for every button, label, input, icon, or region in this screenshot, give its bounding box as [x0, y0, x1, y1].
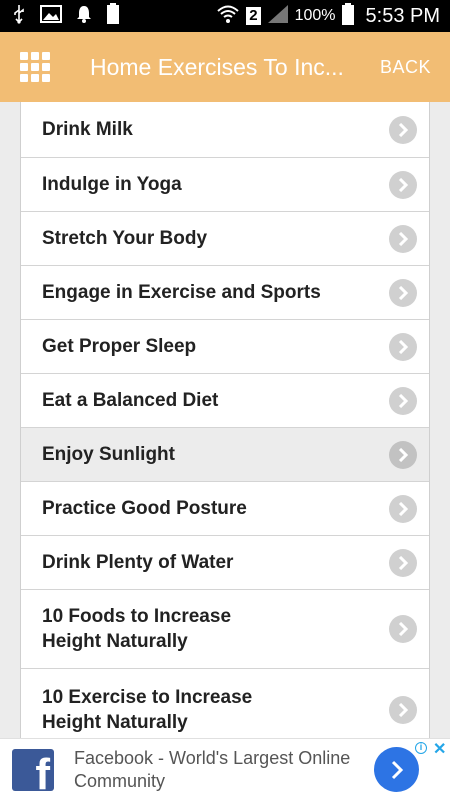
list-item[interactable]: Drink Milk	[21, 102, 429, 158]
chevron-right-icon	[391, 760, 403, 779]
image-icon	[40, 4, 62, 28]
list-item-label: Drink Milk	[42, 119, 133, 140]
list-item[interactable]: Practice Good Posture	[21, 482, 429, 536]
list-item-label: 10 Exercise to Increase Height Naturally	[42, 686, 253, 733]
chevron-right-icon	[389, 440, 417, 469]
list-item-label: 10 Foods to Increase Height Naturally	[42, 606, 232, 652]
ad-info-icon[interactable]: i	[415, 742, 427, 754]
back-button[interactable]: BACK	[380, 57, 431, 78]
list-item[interactable]: Stretch Your Body	[21, 212, 429, 266]
wifi-icon	[216, 4, 240, 29]
status-left-icons	[0, 2, 120, 30]
list-item[interactable]: Indulge in Yoga	[21, 158, 429, 212]
grid-menu-icon[interactable]	[20, 52, 50, 82]
status-bar: 2 100% 5:53 PM	[0, 0, 450, 32]
list-item-label: Eat a Balanced Diet	[42, 390, 219, 411]
sim-badge: 2	[246, 7, 261, 25]
chevron-right-icon	[389, 332, 417, 361]
list-item[interactable]: Drink Plenty of Water	[21, 536, 429, 590]
list-item[interactable]: Get Proper Sleep	[21, 320, 429, 374]
signal-icon	[267, 4, 289, 29]
list-item-label: Engage in Exercise and Sports	[42, 282, 321, 303]
battery-percent: 100%	[294, 7, 336, 24]
list-item[interactable]: Eat a Balanced Diet	[21, 374, 429, 428]
list-item-label: Enjoy Sunlight	[42, 444, 175, 465]
ad-banner[interactable]: f Facebook - World's Largest Online Comm…	[0, 738, 450, 800]
chevron-right-icon	[389, 115, 417, 144]
chevron-right-icon	[389, 695, 417, 724]
chevron-right-icon	[389, 170, 417, 199]
chevron-right-icon	[389, 548, 417, 577]
list-item-label: Get Proper Sleep	[42, 336, 197, 357]
list-item[interactable]: 10 Exercise to Increase Height Naturally	[21, 669, 429, 738]
app-bar: Home Exercises To Inc... BACK	[0, 32, 450, 102]
status-time: 5:53 PM	[365, 4, 440, 27]
topics-list: Drink Milk Indulge in Yoga Stretch Your …	[20, 102, 430, 738]
chevron-right-icon	[389, 386, 417, 415]
list-item-selected[interactable]: Enjoy Sunlight	[21, 428, 429, 482]
list-item-label: Practice Good Posture	[42, 498, 247, 519]
topics-list-container: Drink Milk Indulge in Yoga Stretch Your …	[0, 102, 450, 738]
status-right-icons: 2 100% 5:53 PM	[216, 2, 450, 30]
chevron-right-icon	[389, 615, 417, 643]
battery-small-icon	[106, 2, 120, 30]
ad-close-icon[interactable]: ✕	[433, 739, 446, 759]
notification-bell-icon	[76, 5, 92, 28]
chevron-right-icon	[389, 494, 417, 523]
facebook-logo-icon: f	[12, 749, 54, 791]
ad-next-button[interactable]	[374, 747, 419, 792]
list-item[interactable]: Engage in Exercise and Sports	[21, 266, 429, 320]
list-item[interactable]: 10 Foods to Increase Height Naturally	[21, 590, 429, 669]
battery-icon	[341, 2, 354, 30]
ad-text: Facebook - World's Largest Online Commun…	[74, 748, 351, 791]
chevron-right-icon	[389, 278, 417, 307]
usb-icon	[12, 4, 26, 29]
chevron-right-icon	[389, 224, 417, 253]
list-item-label: Indulge in Yoga	[42, 174, 182, 195]
app-title: Home Exercises To Inc...	[90, 53, 344, 80]
facebook-logo-letter: f	[35, 750, 50, 792]
list-item-label: Stretch Your Body	[42, 228, 208, 249]
list-item-label: Drink Plenty of Water	[42, 552, 234, 573]
